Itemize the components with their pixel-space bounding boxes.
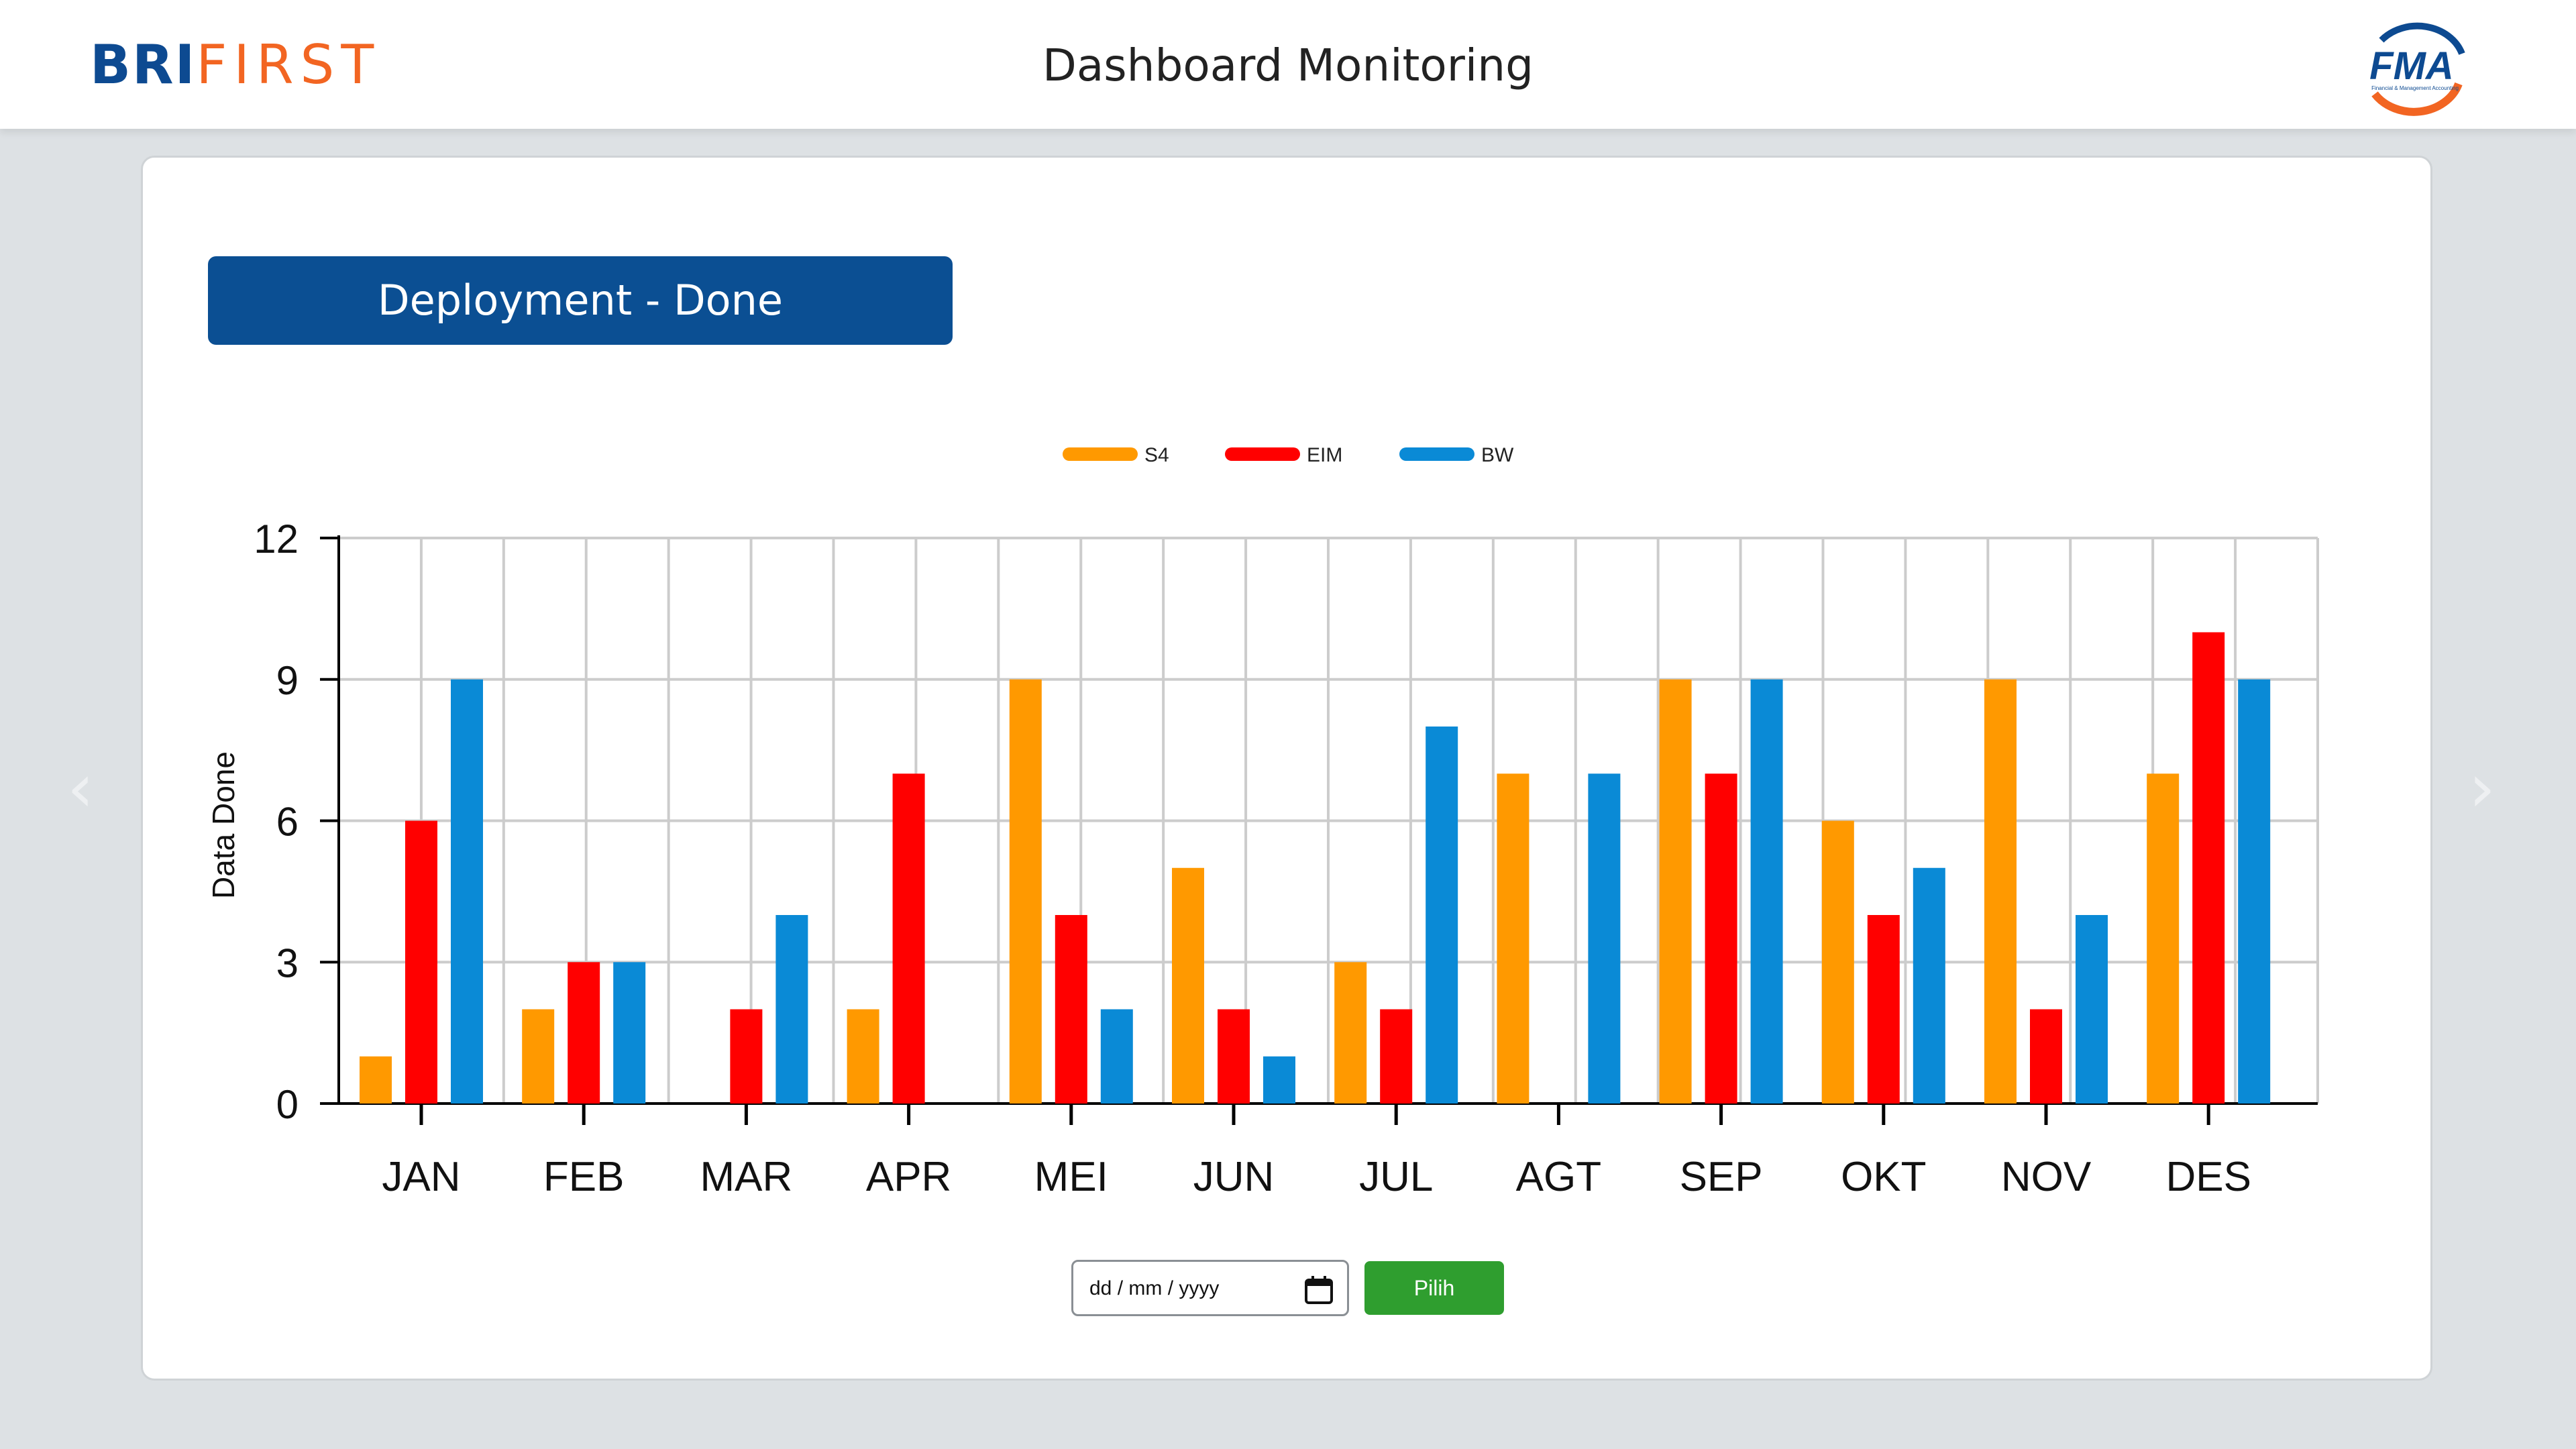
bar-bw: [1588, 773, 1621, 1104]
legend-label-s4: S4: [1144, 444, 1169, 466]
bar-s4: [1497, 773, 1529, 1104]
bar-bw: [2238, 679, 2271, 1104]
x-tick-label: NOV: [2001, 1154, 2092, 1200]
x-tick-label: JAN: [382, 1154, 460, 1200]
legend-swatch-s4: [1063, 447, 1138, 461]
legend-label-bw: BW: [1481, 444, 1514, 466]
bar-s4: [1334, 962, 1367, 1104]
bar-eim: [1380, 1009, 1413, 1104]
bar-bw: [1263, 1056, 1295, 1104]
y-tick-label: 12: [254, 517, 299, 561]
x-tick-label: SEP: [1680, 1154, 1763, 1200]
bar-eim: [1218, 1009, 1250, 1104]
bar-eim: [730, 1009, 763, 1104]
bar-bw: [1750, 679, 1783, 1104]
y-axis-label: Data Done: [206, 751, 241, 899]
legend-swatch-eim: [1225, 447, 1300, 461]
legend-label-eim: EIM: [1307, 444, 1342, 466]
bar-bw: [775, 915, 808, 1104]
bar-s4: [2147, 773, 2180, 1104]
bar-eim: [1055, 915, 1087, 1104]
bar-chart: 0 3 6 9 12 JAN FEB MAR APR MEI JUN JUL AGT SEP OKT NOV D…: [206, 444, 2319, 1200]
bar-bw: [1913, 867, 1945, 1104]
x-tick-label: OKT: [1841, 1154, 1926, 1200]
date-input[interactable]: dd / mm / yyyy: [1071, 1260, 1349, 1316]
x-tick-label: JUN: [1193, 1154, 1275, 1200]
date-placeholder: dd / mm / yyyy: [1089, 1277, 1220, 1299]
bar-bw: [613, 962, 646, 1104]
bar-s4: [1009, 679, 1042, 1104]
legend-swatch-bw: [1399, 447, 1474, 461]
bar-s4: [1659, 679, 1692, 1104]
y-tick-label: 9: [276, 658, 299, 703]
x-tick-label: FEB: [543, 1154, 625, 1200]
bar-eim: [1705, 773, 1737, 1104]
x-tick-label: MAR: [700, 1154, 793, 1200]
y-tick-label: 3: [276, 941, 299, 985]
bar-eim: [892, 773, 925, 1104]
bar-s4: [1172, 867, 1204, 1104]
pilih-button[interactable]: Pilih: [1364, 1261, 1504, 1315]
bar-s4: [1821, 820, 1854, 1104]
x-tick-label: JUL: [1359, 1154, 1433, 1200]
bar-eim: [1867, 915, 1900, 1104]
y-tick-label: 6: [276, 800, 299, 845]
x-tick-label: DES: [2165, 1154, 2251, 1200]
bar-s4: [847, 1009, 879, 1104]
bar-eim: [405, 820, 437, 1104]
bar-eim: [2030, 1009, 2062, 1104]
x-tick-label: APR: [866, 1154, 951, 1200]
bar-bw: [1100, 1009, 1133, 1104]
bar-s4: [360, 1056, 392, 1104]
bar-bw: [451, 679, 483, 1104]
bar-s4: [1984, 679, 2017, 1104]
bar-eim: [2192, 632, 2225, 1104]
bar-eim: [568, 962, 600, 1104]
bar-bw: [2076, 915, 2108, 1104]
calendar-icon[interactable]: [1304, 1275, 1334, 1305]
y-tick-label: 0: [276, 1082, 299, 1127]
x-tick-label: MEI: [1034, 1154, 1108, 1200]
bar-bw: [1426, 727, 1458, 1104]
bar-s4: [522, 1009, 555, 1104]
x-tick-label: AGT: [1516, 1154, 1601, 1200]
